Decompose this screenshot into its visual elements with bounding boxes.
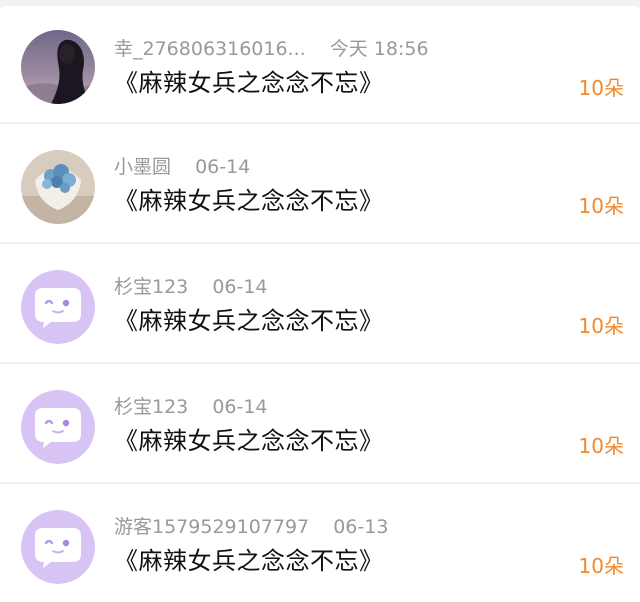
timestamp: 06-14 xyxy=(212,276,268,298)
item-meta: 小墨圆 06-14 xyxy=(114,153,250,181)
user-name[interactable]: 杉宝123 xyxy=(114,396,188,418)
book-title[interactable]: 《麻辣女兵之念念不忘》 xyxy=(114,424,384,458)
book-title[interactable]: 《麻辣女兵之念念不忘》 xyxy=(114,184,384,218)
user-name[interactable]: 杉宝123 xyxy=(114,276,188,298)
item-meta: 杉宝123 06-14 xyxy=(114,273,268,301)
gift-count: 10朵 xyxy=(578,554,624,578)
avatar[interactable] xyxy=(21,390,95,464)
book-title[interactable]: 《麻辣女兵之念念不忘》 xyxy=(114,304,384,338)
list-item[interactable]: 小墨圆 06-14 《麻辣女兵之念念不忘》 10朵 xyxy=(0,124,640,242)
gift-count: 10朵 xyxy=(578,76,624,100)
avatar[interactable] xyxy=(21,510,95,584)
list-item[interactable]: 幸_276806316016... 今天 18:56 《麻辣女兵之念念不忘》 1… xyxy=(0,6,640,122)
timestamp: 06-14 xyxy=(212,396,268,418)
gift-count: 10朵 xyxy=(578,314,624,338)
list-item[interactable]: 杉宝123 06-14 《麻辣女兵之念念不忘》 10朵 xyxy=(0,244,640,362)
gift-count: 10朵 xyxy=(578,434,624,458)
list-item[interactable]: 杉宝123 06-14 《麻辣女兵之念念不忘》 10朵 xyxy=(0,364,640,482)
item-meta: 幸_276806316016... 今天 18:56 xyxy=(114,35,429,63)
gift-count: 10朵 xyxy=(578,194,624,218)
item-meta: 游客1579529107797 06-13 xyxy=(114,513,388,541)
user-name[interactable]: 小墨圆 xyxy=(114,156,171,178)
default-avatar-chat-icon xyxy=(21,270,95,344)
avatar[interactable] xyxy=(21,270,95,344)
default-avatar-chat-icon xyxy=(21,390,95,464)
item-meta: 杉宝123 06-14 xyxy=(114,393,268,421)
timestamp: 06-14 xyxy=(195,156,251,178)
user-photo-icon xyxy=(21,30,95,104)
user-name[interactable]: 游客1579529107797 xyxy=(114,516,309,538)
user-name[interactable]: 幸_276806316016... xyxy=(114,38,306,60)
book-title[interactable]: 《麻辣女兵之念念不忘》 xyxy=(114,66,384,100)
user-photo-icon xyxy=(21,150,95,224)
default-avatar-chat-icon xyxy=(21,510,95,584)
reward-list: 幸_276806316016... 今天 18:56 《麻辣女兵之念念不忘》 1… xyxy=(0,0,640,602)
book-title[interactable]: 《麻辣女兵之念念不忘》 xyxy=(114,544,384,578)
avatar[interactable] xyxy=(21,150,95,224)
timestamp: 06-13 xyxy=(333,516,389,538)
list-item[interactable]: 游客1579529107797 06-13 《麻辣女兵之念念不忘》 10朵 xyxy=(0,484,640,602)
timestamp: 今天 18:56 xyxy=(329,38,429,60)
avatar[interactable] xyxy=(21,30,95,104)
